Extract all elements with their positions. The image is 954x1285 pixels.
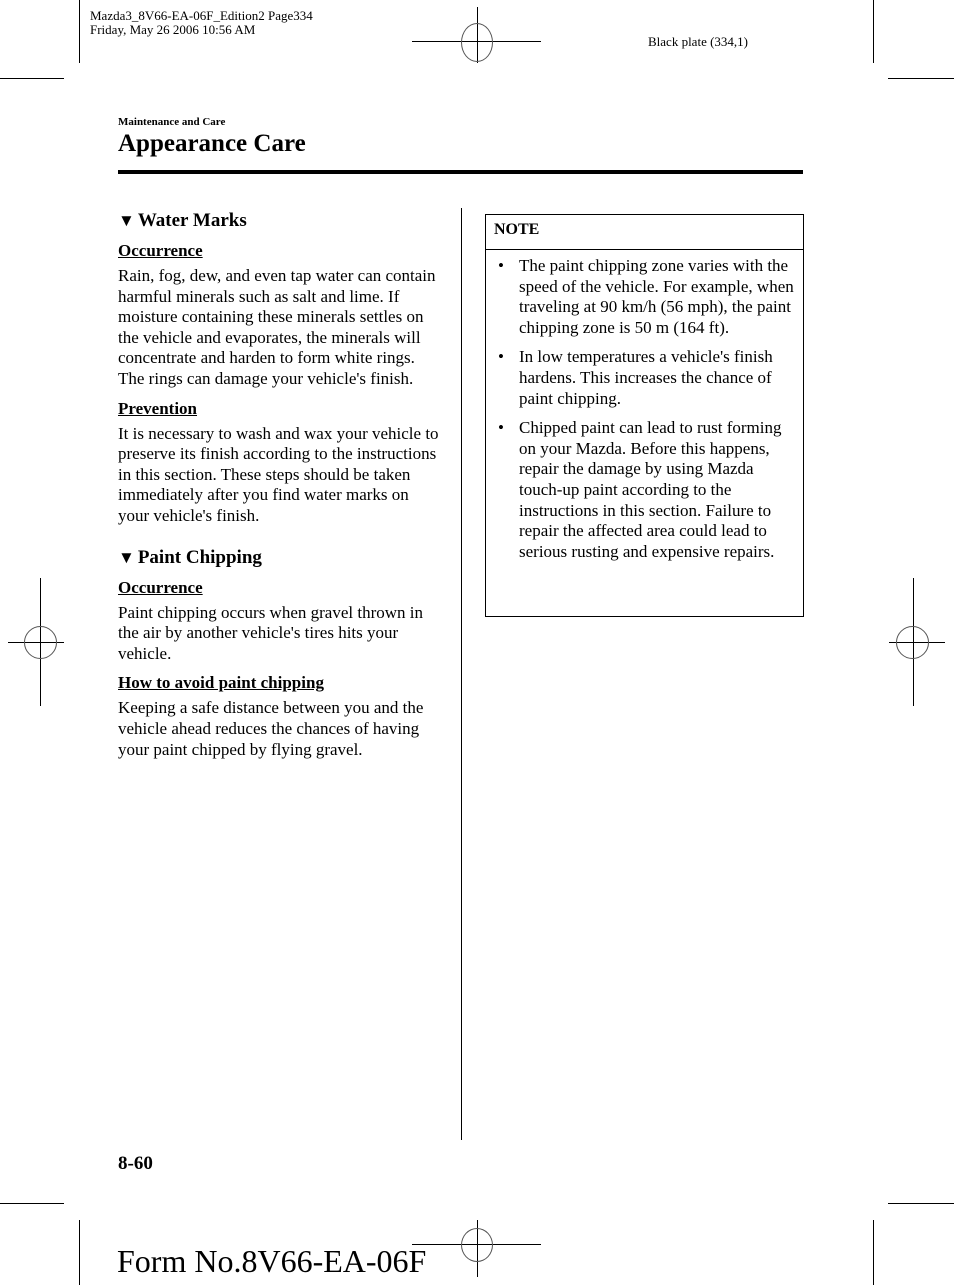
crop-mark xyxy=(888,78,954,79)
subheading-avoid-paint-chipping: How to avoid paint chipping xyxy=(118,673,324,693)
note-box: NOTE • The paint chipping zone varies wi… xyxy=(485,214,804,617)
note-item-text: In low temperatures a vehicle's finish h… xyxy=(519,347,773,408)
title-rule xyxy=(118,170,803,174)
crop-mark xyxy=(873,0,874,63)
paragraph-avoid: Keeping a safe distance between you and … xyxy=(118,698,424,759)
note-item-text: The paint chipping zone varies with the … xyxy=(519,256,794,337)
section-category: Maintenance and Care xyxy=(118,116,226,128)
crop-mark xyxy=(873,1220,874,1285)
column-divider xyxy=(461,208,462,1140)
heading-paint-chipping: ▼ Paint Chipping xyxy=(118,547,443,569)
print-header-file: Mazda3_8V66-EA-06F_Edition2 Page334 xyxy=(90,8,313,23)
subheading-prevention: Prevention xyxy=(118,398,198,418)
form-number: Form No.8V66-EA-06F xyxy=(117,1243,427,1279)
paragraph-prevention: It is necessary to wash and wax your veh… xyxy=(118,423,439,525)
note-item-text: Chipped paint can lead to rust forming o… xyxy=(519,418,782,561)
heading-text: Water Marks xyxy=(137,210,247,231)
left-column: ▼ Water Marks Occurrence Rain, fog, dew,… xyxy=(118,210,443,760)
print-header-date: Friday, May 26 2006 10:56 AM xyxy=(90,22,256,37)
crop-mark xyxy=(0,78,64,79)
note-item: • The paint chipping zone varies with th… xyxy=(494,256,795,338)
crop-mark xyxy=(79,1220,80,1285)
crop-mark xyxy=(0,1203,64,1204)
page-number: 8-60 xyxy=(118,1153,153,1174)
triangle-down-icon: ▼ xyxy=(118,211,135,230)
heading-text: Paint Chipping xyxy=(137,546,262,568)
crop-mark xyxy=(79,0,80,63)
subheading-occurrence: Occurrence xyxy=(118,241,203,260)
triangle-down-icon: ▼ xyxy=(118,547,135,567)
subheading-occurrence: Occurrence xyxy=(118,577,203,597)
bullet-icon: • xyxy=(498,347,504,367)
plate-label: Black plate (334,1) xyxy=(648,34,748,49)
note-item: • In low temperatures a vehicle's finish… xyxy=(494,347,795,409)
note-item: • Chipped paint can lead to rust forming… xyxy=(494,418,795,562)
crop-mark xyxy=(888,1203,954,1204)
bullet-icon: • xyxy=(498,418,504,438)
bullet-icon: • xyxy=(498,256,504,275)
paragraph-occurrence: Rain, fog, dew, and even tap water can c… xyxy=(118,266,436,388)
heading-water-marks: ▼ Water Marks xyxy=(118,210,443,232)
note-heading: NOTE xyxy=(486,215,803,250)
paragraph-occurrence: Paint chipping occurs when gravel thrown… xyxy=(118,602,423,663)
note-list: • The paint chipping zone varies with th… xyxy=(486,250,803,562)
page-title: Appearance Care xyxy=(118,130,306,157)
